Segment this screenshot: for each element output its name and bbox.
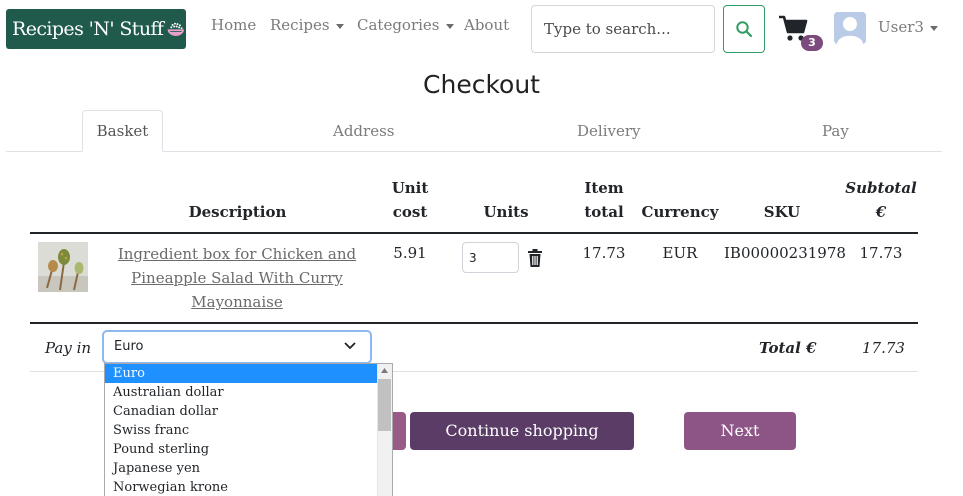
col-header-currency: Currency xyxy=(641,203,719,221)
cell-subtotal: 17.73 xyxy=(859,244,903,262)
continue-shopping-button[interactable]: Continue shopping xyxy=(410,412,634,450)
trash-icon[interactable] xyxy=(527,249,543,267)
pay-in-label: Pay in xyxy=(45,339,92,357)
tab-pay[interactable]: Pay xyxy=(822,122,849,140)
next-button[interactable]: Next xyxy=(684,412,796,450)
col-header-units: Units xyxy=(483,203,529,221)
col-header-item-total-line1: Item xyxy=(584,179,624,197)
total-label: Total € xyxy=(759,339,817,357)
table-header-rule xyxy=(30,232,918,234)
nav-recipes-dropdown[interactable]: Recipes xyxy=(270,16,344,34)
caret-down-icon xyxy=(335,23,344,29)
nav-recipes-label: Recipes xyxy=(270,16,330,34)
currency-option[interactable]: Canadian dollar xyxy=(105,402,392,421)
product-link[interactable]: Ingredient box for Chicken and Pineapple… xyxy=(112,242,362,314)
cell-currency: EUR xyxy=(662,244,698,262)
tab-delivery[interactable]: Delivery xyxy=(577,122,641,140)
col-header-unit-cost-line1: Unit xyxy=(391,179,429,197)
nav-about[interactable]: About xyxy=(464,16,509,34)
col-header-unit-cost-line2: cost xyxy=(392,203,428,221)
scroll-up-arrow-icon[interactable] xyxy=(381,368,388,373)
user-avatar-icon[interactable] xyxy=(834,12,866,44)
product-thumbnail[interactable] xyxy=(38,242,88,292)
currency-option[interactable]: Pound sterling xyxy=(105,440,392,459)
rice-bowl-icon xyxy=(167,22,185,36)
caret-down-icon xyxy=(929,25,938,31)
table-body-rule xyxy=(30,322,918,324)
nav-home-label: Home xyxy=(211,16,257,34)
currency-select-value: Euro xyxy=(114,339,144,354)
col-header-item-total-line2: total xyxy=(584,203,624,221)
search-input[interactable] xyxy=(531,5,715,53)
nav-about-label: About xyxy=(464,16,510,34)
ingredients-photo xyxy=(38,242,88,292)
currency-dropdown-list[interactable]: Euro Australian dollar Canadian dollar S… xyxy=(104,363,393,496)
tab-basket[interactable]: Basket xyxy=(82,110,163,152)
cell-item-total: 17.73 xyxy=(582,244,626,262)
currency-option[interactable]: Japanese yen xyxy=(105,459,392,478)
col-header-unit-cost: Unit cost xyxy=(380,176,440,224)
avatar-silhouette xyxy=(834,12,866,44)
user-name: User3 xyxy=(878,18,924,36)
cell-sku: IB00000231978 xyxy=(724,244,846,262)
currency-option[interactable]: Norwegian krone xyxy=(105,478,392,496)
total-value: 17.73 xyxy=(862,339,905,357)
currency-option[interactable]: Australian dollar xyxy=(105,383,392,402)
chevron-down-icon xyxy=(344,342,356,350)
currency-select[interactable]: Euro xyxy=(102,330,372,364)
currency-option[interactable]: Euro xyxy=(105,364,392,383)
search-icon xyxy=(736,21,753,38)
col-header-subtotal: Subtotal € xyxy=(843,176,919,224)
cart-count-badge: 3 xyxy=(801,35,823,51)
units-input[interactable] xyxy=(462,242,519,273)
nav-home[interactable]: Home xyxy=(211,16,256,34)
currency-option[interactable]: Swiss franc xyxy=(105,421,392,440)
col-header-subtotal-line1: Subtotal xyxy=(845,179,917,197)
page-title: Checkout xyxy=(423,70,540,99)
cell-unit-cost: 5.91 xyxy=(393,244,427,262)
dropdown-scroll-thumb[interactable] xyxy=(378,379,391,431)
col-header-sku: SKU xyxy=(763,203,801,221)
col-header-item-total: Item total xyxy=(574,176,634,224)
tab-address[interactable]: Address xyxy=(333,122,394,140)
brand-logo[interactable]: Recipes 'N' Stuff xyxy=(6,9,186,49)
col-header-subtotal-line2: € xyxy=(875,203,887,221)
nav-categories-label: Categories xyxy=(357,16,440,34)
search-button[interactable] xyxy=(723,5,765,53)
user-menu-dropdown[interactable]: User3 xyxy=(878,18,938,36)
col-header-description: Description xyxy=(188,203,287,221)
brand-name: Recipes 'N' Stuff xyxy=(12,18,164,40)
nav-categories-dropdown[interactable]: Categories xyxy=(357,16,454,34)
caret-down-icon xyxy=(445,23,454,29)
